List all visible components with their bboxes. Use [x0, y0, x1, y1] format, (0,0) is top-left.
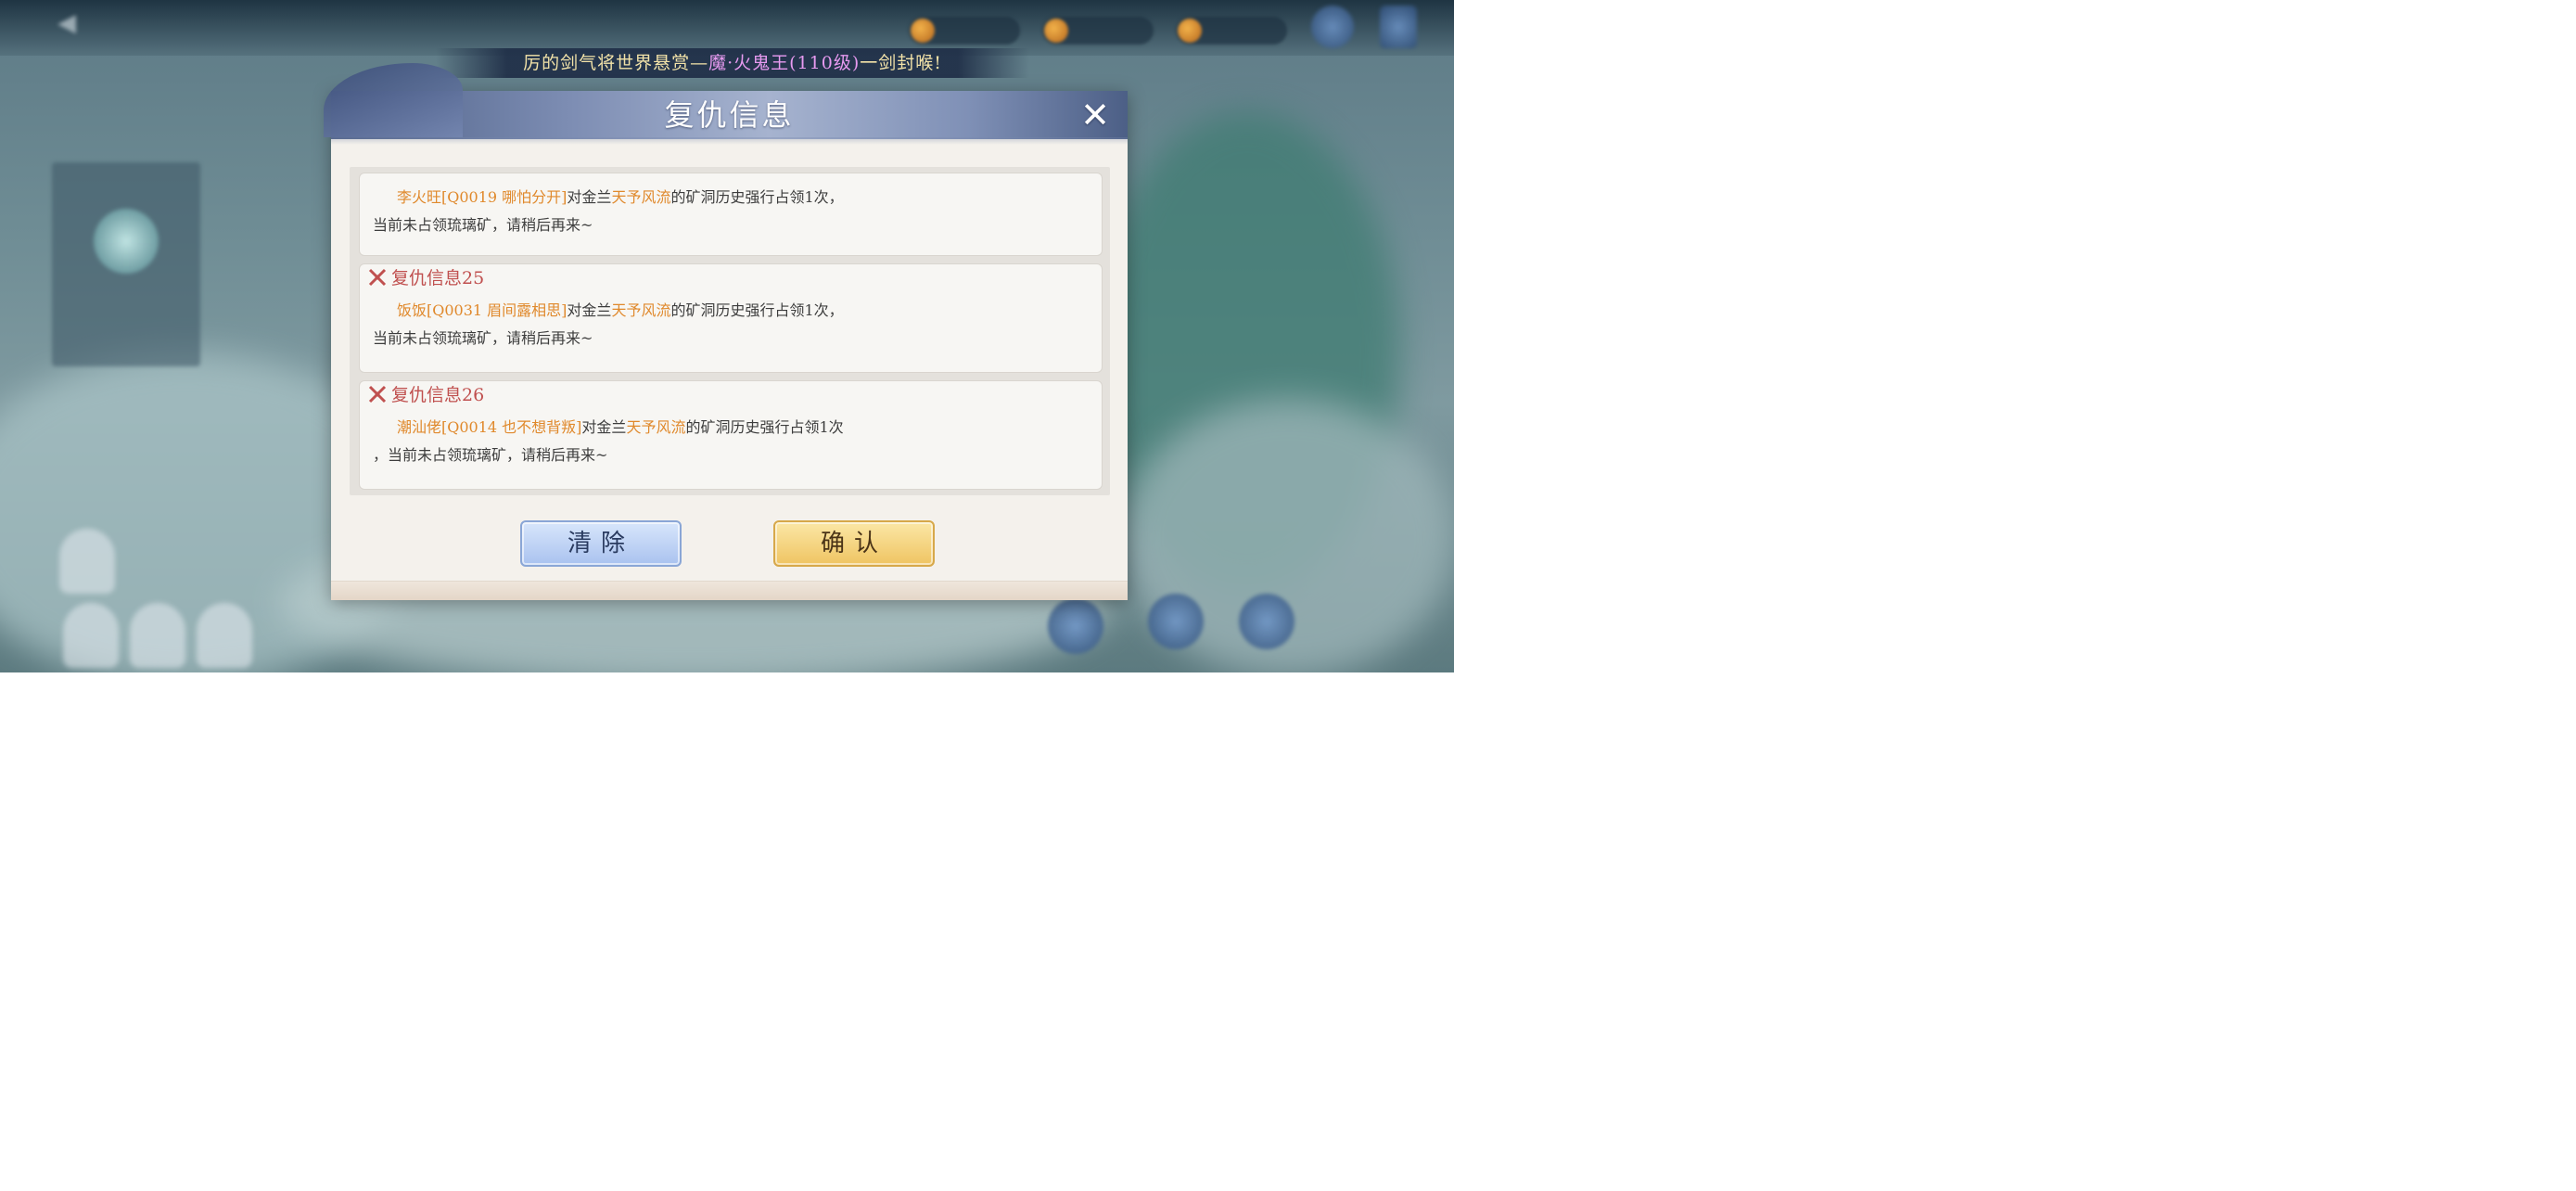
character-figure[interactable]: [197, 603, 252, 668]
character-figure[interactable]: [63, 603, 119, 668]
ticker-prefix: 厉的剑气将世界悬赏—: [523, 53, 709, 73]
chat-button[interactable]: [1311, 6, 1354, 48]
back-arrow-icon: ◀: [57, 9, 76, 37]
crossed-swords-icon: [368, 268, 387, 287]
resource-pill-2[interactable]: [1042, 17, 1154, 45]
attacker-name: 饭饭[Q0031 眉间露相思]: [397, 301, 567, 319]
avatar: [94, 209, 159, 274]
clear-button[interactable]: 清除: [520, 520, 682, 567]
dialog-footer: [331, 581, 1128, 600]
entry-tail: 的矿洞历史强行占领1次，: [670, 301, 844, 319]
dialog-title: 复仇信息: [664, 97, 795, 133]
entry-line-1: 李火旺[Q0019 哪怕分开]对金兰天予风流的矿洞历史强行占领1次，: [373, 185, 844, 207]
target-name: 天予风流: [626, 418, 686, 436]
entry-tail: 的矿洞历史强行占领1次: [685, 418, 844, 436]
entry-line-1: 潮汕佬[Q0014 也不想背叛]对金兰天予风流的矿洞历史强行占领1次: [373, 415, 844, 437]
target-name: 天予风流: [611, 301, 671, 319]
character-figure[interactable]: [130, 603, 185, 668]
crossed-swords-icon: [368, 385, 387, 403]
entry-line-2: ，当前未占领琉璃矿，请稍后再来~: [373, 446, 608, 464]
game-screen: ◀ 厉的剑气将世界悬赏—魔·火鬼王(110级)一剑封喉! 复仇信息 ✕ 李火旺[…: [0, 0, 1454, 672]
entry-title-text: 复仇信息25: [391, 268, 485, 288]
list-item: 李火旺[Q0019 哪怕分开]对金兰天予风流的矿洞历史强行占领1次， 当前未占领…: [359, 173, 1103, 256]
resource-pill-1[interactable]: [909, 17, 1020, 45]
world-broadcast-ticker: 厉的剑气将世界悬赏—魔·火鬼王(110级)一剑封喉!: [436, 48, 1029, 78]
attacker-name: 李火旺[Q0019 哪怕分开]: [397, 188, 567, 206]
revenge-info-dialog: 复仇信息 ✕ 李火旺[Q0019 哪怕分开]对金兰天予风流的矿洞历史强行占领1次…: [324, 63, 1128, 600]
gift-button[interactable]: [1380, 6, 1417, 48]
entry-tail: 的矿洞历史强行占领1次，: [670, 188, 844, 206]
entry-title: 复仇信息26: [367, 383, 484, 407]
entry-line-2: 当前未占领琉璃矿，请稍后再来~: [373, 216, 593, 234]
revenge-list[interactable]: 李火旺[Q0019 哪怕分开]对金兰天予风流的矿洞历史强行占领1次， 当前未占领…: [350, 167, 1110, 495]
list-item: 复仇信息25 饭饭[Q0031 眉间露相思]对金兰天予风流的矿洞历史强行占领1次…: [359, 263, 1103, 373]
entry-line-2: 当前未占领琉璃矿，请稍后再来~: [373, 329, 593, 347]
entry-title-text: 复仇信息26: [391, 385, 485, 405]
back-button[interactable]: ◀: [57, 9, 187, 46]
entry-mid: 对金兰: [581, 418, 627, 436]
ticker-suffix: 一剑封喉!: [860, 53, 942, 73]
ticker-boss-name: 魔·火鬼王(110级): [708, 53, 861, 73]
coin-icon: [1044, 19, 1068, 43]
left-info-panel: [52, 162, 200, 366]
skill-button[interactable]: [1148, 594, 1204, 649]
skill-button[interactable]: [1048, 598, 1103, 654]
resource-pill-3[interactable]: [1176, 17, 1287, 45]
entry-line-1: 饭饭[Q0031 眉间露相思]对金兰天予风流的矿洞历史强行占领1次，: [373, 298, 844, 320]
list-item: 复仇信息26 潮汕佬[Q0014 也不想背叛]对金兰天予风流的矿洞历史强行占领1…: [359, 380, 1103, 490]
entry-mid: 对金兰: [567, 188, 612, 206]
confirm-button[interactable]: 确认: [773, 520, 935, 567]
skill-button[interactable]: [1239, 594, 1294, 649]
entry-mid: 对金兰: [567, 301, 612, 319]
coin-icon: [1178, 19, 1202, 43]
character-figure[interactable]: [59, 529, 115, 594]
close-button[interactable]: ✕: [1077, 96, 1114, 134]
close-icon: ✕: [1080, 95, 1110, 135]
attacker-name: 潮汕佬[Q0014 也不想背叛]: [397, 418, 582, 436]
coin-icon: [911, 19, 935, 43]
entry-title: 复仇信息25: [367, 266, 484, 290]
target-name: 天予风流: [611, 188, 671, 206]
